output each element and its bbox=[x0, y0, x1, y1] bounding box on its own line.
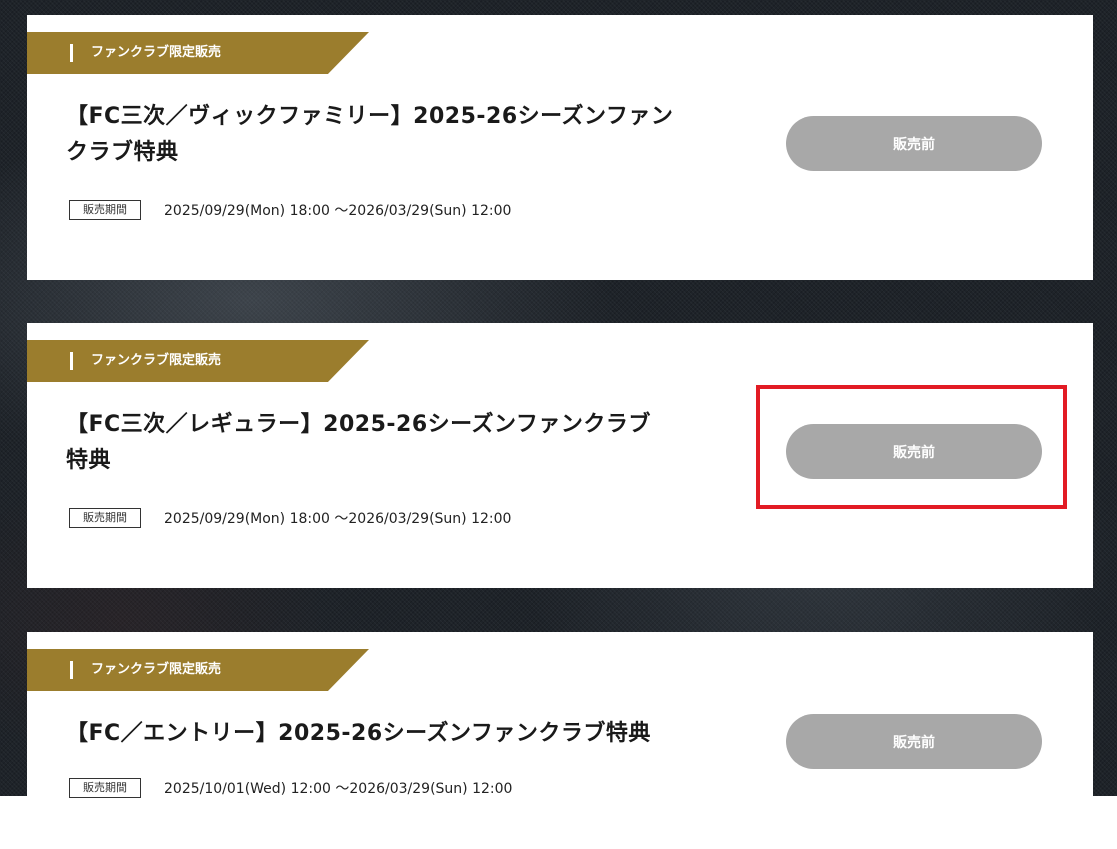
sale-period: 販売期間 2025/09/29(Mon) 18:00 ～2026/03/29(S… bbox=[69, 200, 511, 220]
product-title-line: クラブ特典 bbox=[66, 140, 179, 165]
sale-period-value: 2025/10/01(Wed) 12:00 ～2026/03/29(Sun) 1… bbox=[164, 781, 513, 797]
product-title-line: 【FC三次／ヴィックファミリー】2025-26シーズンファン bbox=[66, 104, 674, 129]
fanclub-limited-tag: ファンクラブ限定販売 bbox=[27, 649, 369, 691]
product-card: ファンクラブ限定販売 【FC／エントリー】2025-26シーズンファンクラブ特典… bbox=[27, 632, 1093, 798]
sale-period-value: 2025/09/29(Mon) 18:00 ～2026/03/29(Sun) 1… bbox=[164, 511, 512, 527]
sale-period-label: 販売期間 bbox=[69, 200, 141, 220]
sale-period-value: 2025/09/29(Mon) 18:00 ～2026/03/29(Sun) 1… bbox=[164, 203, 512, 219]
sale-period-label: 販売期間 bbox=[69, 778, 141, 798]
product-title: 【FC／エントリー】2025-26シーズンファンクラブ特典 bbox=[66, 716, 716, 752]
pre-sale-status-button[interactable]: 販売前 bbox=[786, 714, 1042, 769]
tag-label: ファンクラブ限定販売 bbox=[91, 353, 222, 368]
sale-period: 販売期間 2025/09/29(Mon) 18:00 ～2026/03/29(S… bbox=[69, 508, 511, 528]
highlight-annotation-box bbox=[756, 385, 1067, 509]
sale-period-label: 販売期間 bbox=[69, 508, 141, 528]
product-title: 【FC三次／レギュラー】2025-26シーズンファンクラブ 特典 bbox=[66, 407, 716, 479]
product-title: 【FC三次／ヴィックファミリー】2025-26シーズンファン クラブ特典 bbox=[66, 99, 716, 171]
pre-sale-status-button[interactable]: 販売前 bbox=[786, 116, 1042, 171]
fanclub-limited-tag: ファンクラブ限定販売 bbox=[27, 340, 369, 382]
sale-period: 販売期間 2025/10/01(Wed) 12:00 ～2026/03/29(S… bbox=[69, 778, 512, 798]
fanclub-limited-tag: ファンクラブ限定販売 bbox=[27, 32, 369, 74]
product-title-line: 【FC三次／レギュラー】2025-26シーズンファンクラブ bbox=[66, 412, 651, 437]
product-title-line: 【FC／エントリー】2025-26シーズンファンクラブ特典 bbox=[66, 721, 651, 746]
tag-label: ファンクラブ限定販売 bbox=[91, 662, 222, 677]
tag-label: ファンクラブ限定販売 bbox=[91, 45, 222, 60]
product-title-line: 特典 bbox=[66, 448, 112, 473]
product-card: ファンクラブ限定販売 【FC三次／ヴィックファミリー】2025-26シーズンファ… bbox=[27, 15, 1093, 280]
